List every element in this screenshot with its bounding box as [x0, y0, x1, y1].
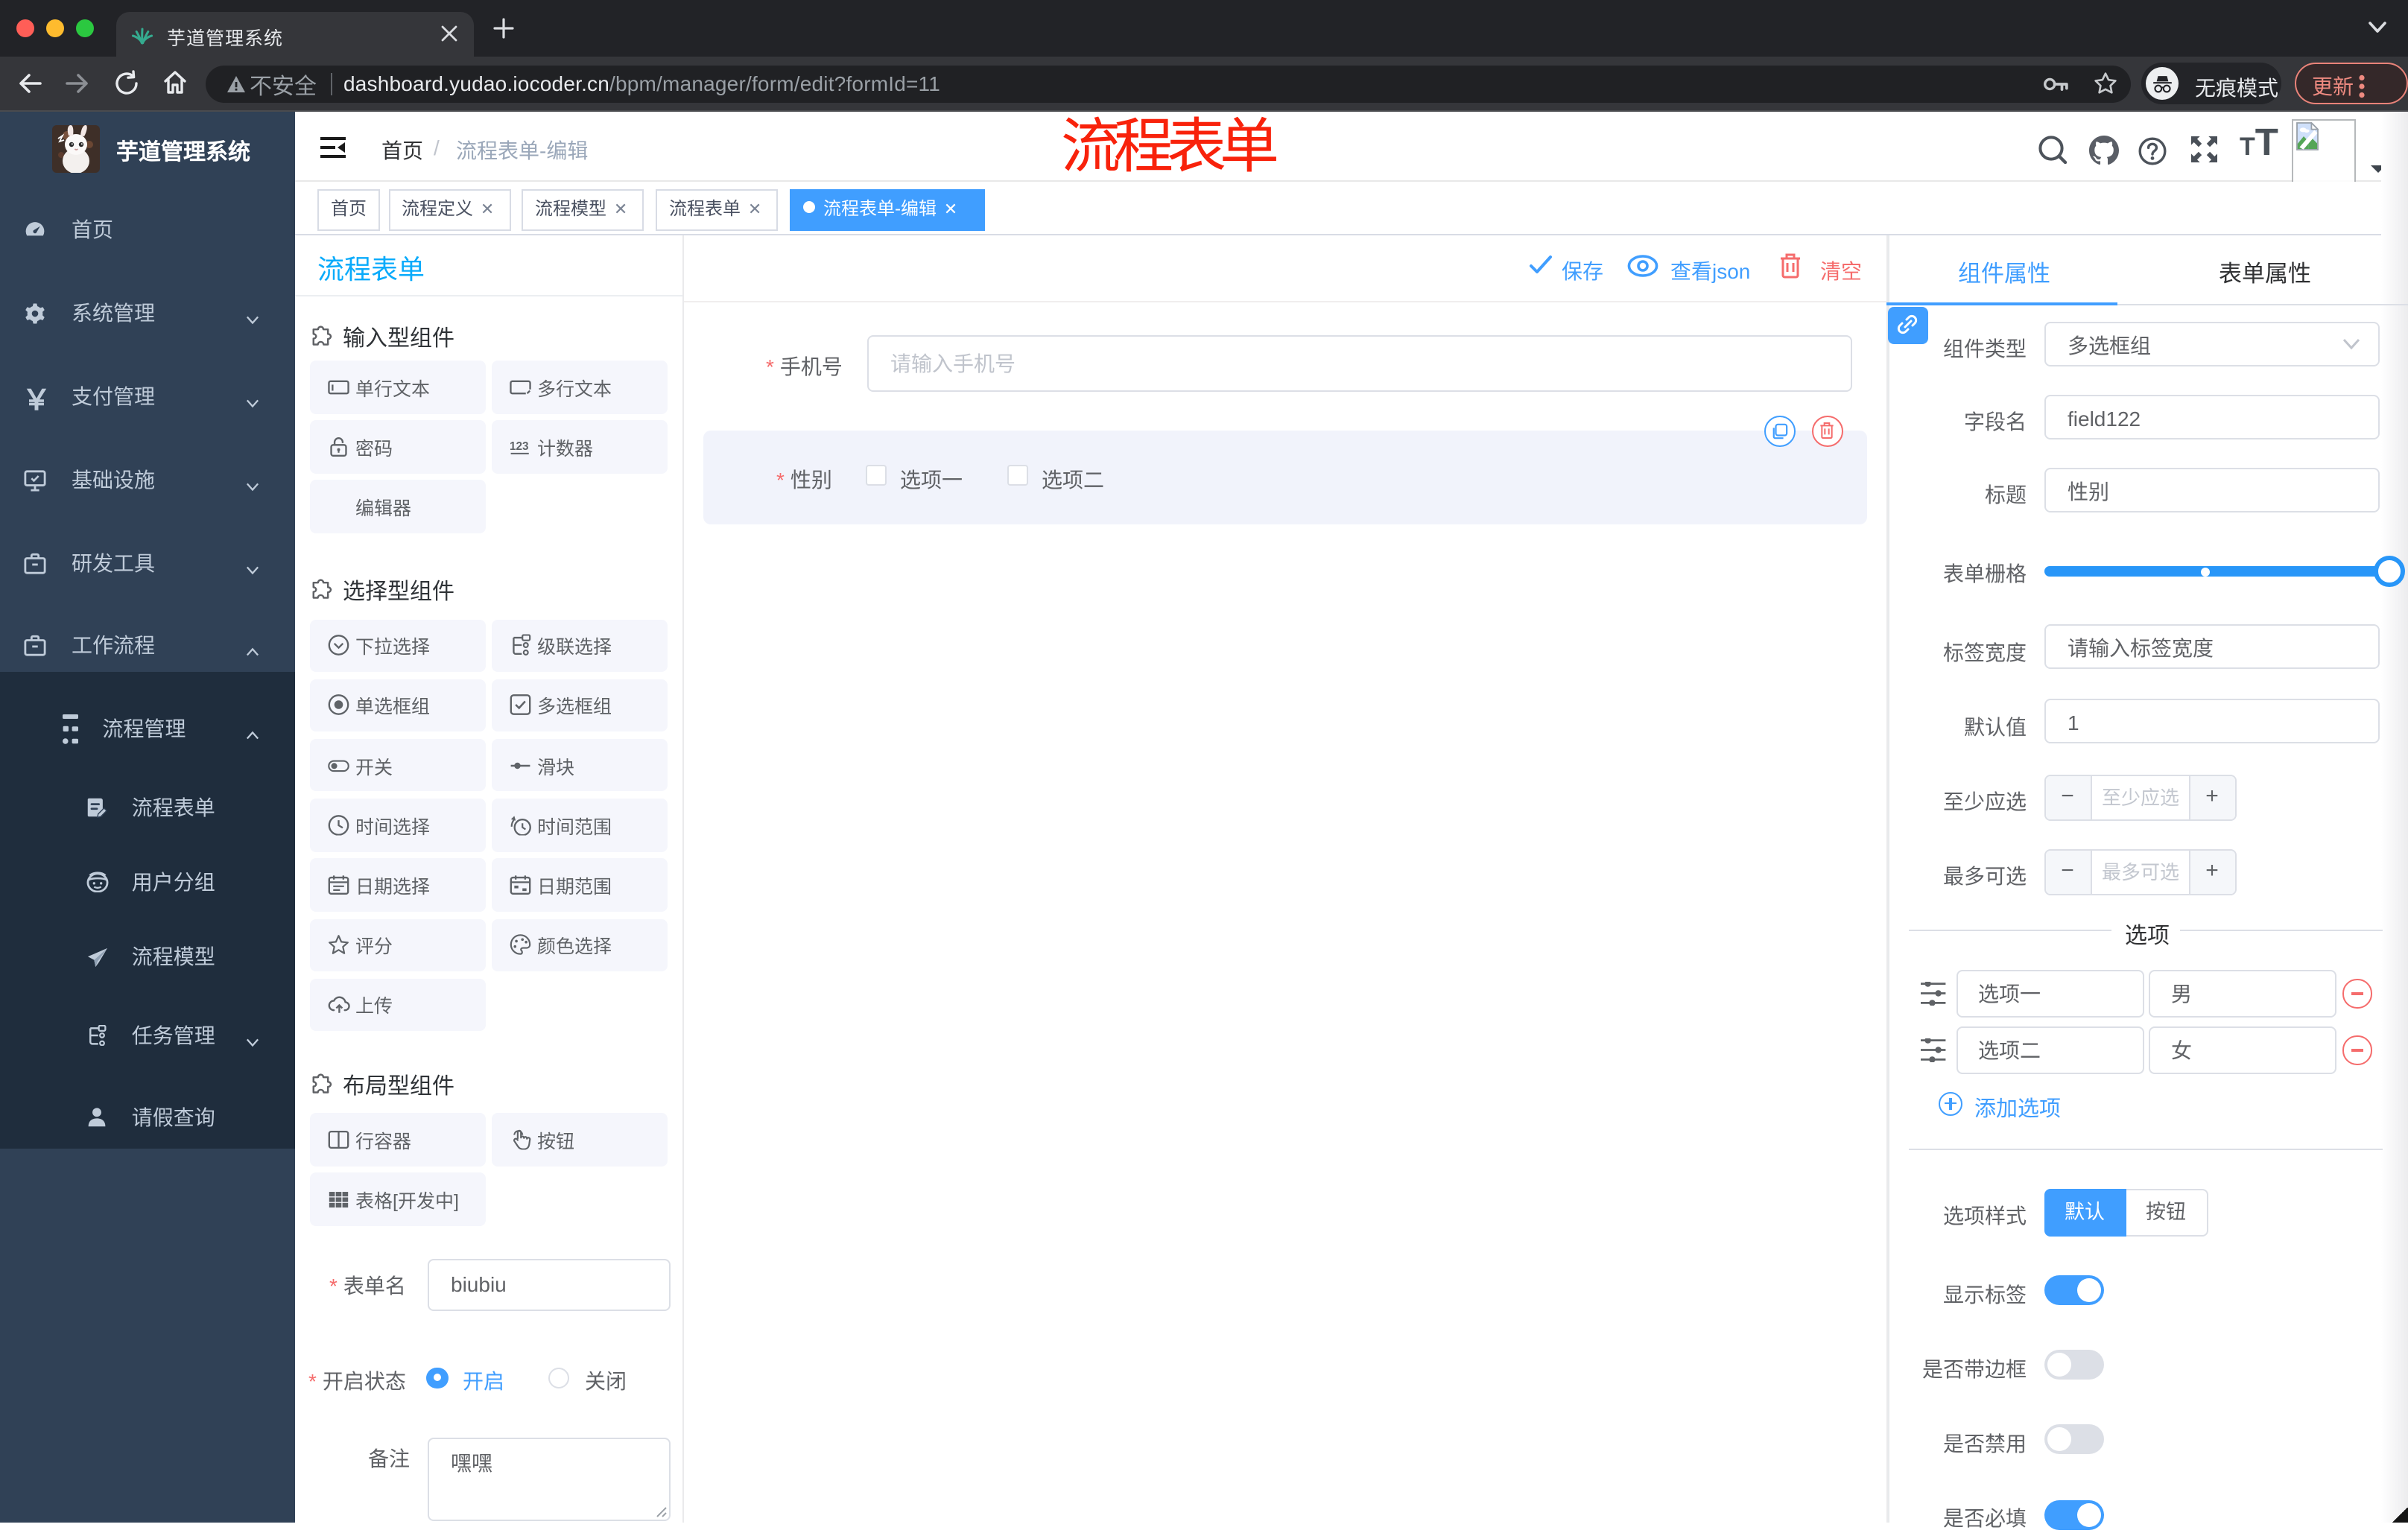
svg-text:123: 123: [510, 440, 529, 453]
